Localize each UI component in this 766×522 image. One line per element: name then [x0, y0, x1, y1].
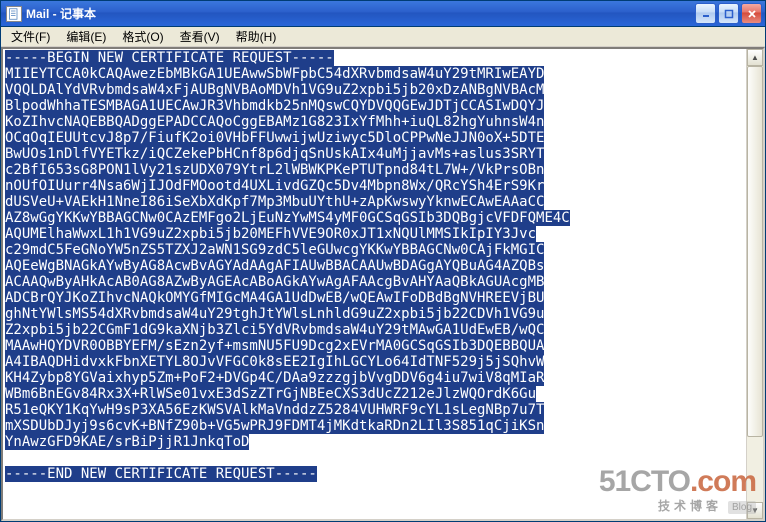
selected-text-line: nOUfOIUurr4Nsa6WjIJOdFMOootd4UXLivdGZQc5… [5, 178, 544, 194]
selected-text-line: c29mdC5FeGNoYW5nZS5TZXJ2aWN1SG9zdC5leGUw… [5, 242, 544, 258]
maximize-button[interactable] [718, 3, 739, 24]
selected-text-line: A4IBAQDHidvxkFbnXETYL8OJvVFGC0k8sEE2IgIh… [5, 354, 544, 370]
selected-text-line: KH4Zybp8YGVaixhyp5Zm+PoF2+DVGp4C/DAa9zzz… [5, 370, 544, 386]
window-title: Mail - 记事本 [26, 5, 695, 22]
notepad-window: Mail - 记事本 文件(F) 编辑(E) 格式(O) 查看(V) 帮助(H)… [0, 0, 766, 522]
selected-text-line: R51eQKY1KqYwH9sP3XA56EzKWSVAlkMaVnddzZ52… [5, 402, 544, 418]
selected-text-line: MAAwHQYDVR0OBBYEFM/sEzn2yf+msmNU5FU9Dcg2… [5, 338, 544, 354]
selected-text-line: Z2xpbi5jb22CGmF1dG9kaXNjb3Zlci5YdVRvbmds… [5, 322, 544, 338]
selected-text-line: MIIEYTCCA0kCAQAwezEbMBkGA1UEAwwSbWFpbC54… [5, 66, 544, 82]
selected-text-line: mXSDUbDJyj9s6cvK+BNfZ90b+VG5wPRJ9FDMT4jM… [5, 418, 544, 434]
selected-text-line: YnAwzGFD9KAE/srBiPjjR1JnkqToD [5, 434, 249, 450]
selected-text-line: AZ8wGgYKKwYBBAGCNw0CAzEMFgo2LjEuNzYwMS4y… [5, 210, 570, 226]
selected-text-line: -----BEGIN NEW CERTIFICATE REQUEST----- [5, 50, 334, 66]
selected-text-line: BwUOs1nDlfVYETkz/iQCZekePbHCnf8p6djqSnUs… [5, 146, 544, 162]
menubar: 文件(F) 编辑(E) 格式(O) 查看(V) 帮助(H) [1, 27, 765, 47]
client-area: -----BEGIN NEW CERTIFICATE REQUEST----- … [1, 47, 765, 521]
scroll-thumb[interactable] [747, 66, 763, 437]
selected-text-line: KoZIhvcNAQEBBQADggEPADCCAQoCggEBAMz1G823… [5, 114, 544, 130]
selected-text-line: WBm6BnEGv84Rx3X+RlWSe01vxE3dSzZTrGjNBEeC… [5, 386, 536, 402]
selected-text-line: AQEeWgBNAGkAYwByAG8AcwBvAGYAdAAgAFIAUwBB… [5, 258, 544, 274]
selected-text-line: AQUMElhaWwxL1h1VG9uZ2xpbi5jb20MEFhVVE9OR… [5, 226, 536, 242]
selected-text-line: -----END NEW CERTIFICATE REQUEST----- [5, 466, 317, 482]
selected-text-line: VQQLDAlYdVRvbmdsaW4xFjAUBgNVBAoMDVh1VG9u… [5, 82, 544, 98]
menu-view[interactable]: 查看(V) [172, 26, 228, 47]
scroll-up-button[interactable]: ▲ [747, 49, 763, 66]
selected-text-line: OCqOqIEUUtcvJ8p7/FiufK2oi0VHbFFUwwijwUzi… [5, 130, 544, 146]
selected-text-line: ghNtYWlsMS54dXRvbmdsaW4uY29tghJtYWlsLnhl… [5, 306, 544, 322]
scroll-down-button[interactable]: ▼ [747, 502, 763, 519]
menu-file[interactable]: 文件(F) [3, 26, 58, 47]
selected-text-line: c2BfI653sG8PON1lVy21szUDX079YtrL2lWBWKPK… [5, 162, 544, 178]
selected-text-line: ADCBrQYJKoZIhvcNAQkOMYGfMIGcMA4GA1UdDwEB… [5, 290, 544, 306]
menu-help[interactable]: 帮助(H) [228, 26, 285, 47]
menu-format[interactable]: 格式(O) [114, 26, 171, 47]
app-icon [6, 6, 22, 22]
vertical-scrollbar[interactable]: ▲ ▼ [746, 49, 763, 519]
close-button[interactable] [741, 3, 762, 24]
titlebar[interactable]: Mail - 记事本 [1, 1, 765, 27]
selected-text-line: dUSVeU+VAEkH1NneI86iSeXbXdKpf7Mp3MbuUYth… [5, 194, 544, 210]
text-area[interactable]: -----BEGIN NEW CERTIFICATE REQUEST----- … [3, 49, 746, 519]
scroll-track[interactable] [747, 66, 763, 502]
minimize-button[interactable] [695, 3, 716, 24]
menu-edit[interactable]: 编辑(E) [58, 26, 114, 47]
selected-text-line: ACAAQwByAHkAcAB0AG8AZwByAGEAcABoAGkAYwAg… [5, 274, 544, 290]
selected-text-line: BlpodWhhaTESMBAGA1UECAwJR3Vhbmdkb25nMQsw… [5, 98, 544, 114]
window-controls [695, 3, 762, 24]
